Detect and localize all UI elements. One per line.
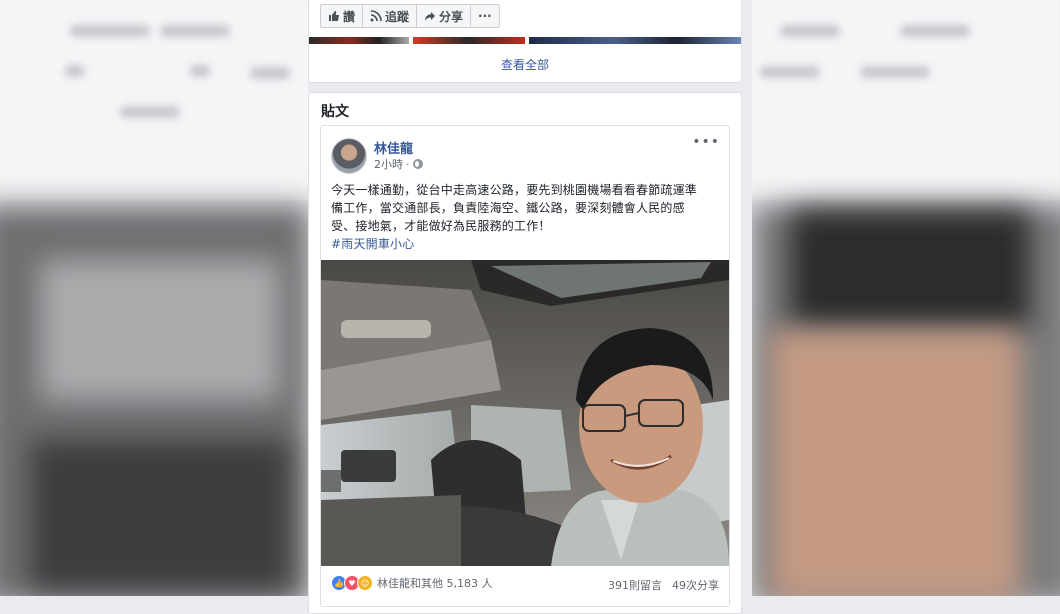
engagement-counts: 391則留言 49次分享: [608, 577, 719, 593]
globe-icon: [412, 159, 423, 169]
blurred-text: [860, 66, 930, 78]
author-avatar[interactable]: [331, 138, 367, 174]
blurred-text: [120, 106, 180, 118]
post-options-button[interactable]: •••: [692, 134, 720, 150]
share-page-button[interactable]: 分享: [417, 4, 472, 28]
blurred-text: [250, 67, 290, 79]
thumbs-up-icon: [329, 11, 339, 21]
photo-strip[interactable]: [529, 37, 741, 44]
post-card: 林佳龍 2小時 · ••• 今天一樣通勤，從台中走高速公路，要先到桃園機場看看春…: [320, 125, 730, 607]
see-all-link[interactable]: 查看全部: [309, 56, 741, 73]
blurred-photo: [790, 210, 1030, 330]
post-photo[interactable]: [321, 260, 729, 566]
blurred-text: [160, 25, 230, 37]
post-timestamp[interactable]: 2小時: [374, 156, 403, 172]
blurred-photo: [770, 330, 1020, 596]
haha-reaction-icon: ☺: [357, 575, 373, 591]
like-page-label: 讚: [343, 9, 356, 24]
share-arrow-icon: [425, 12, 436, 21]
more-options-button[interactable]: ···: [471, 4, 500, 28]
follow-page-label: 追蹤: [385, 9, 410, 24]
post-hashtag-link[interactable]: #雨天開車小心: [331, 235, 723, 253]
reactions-summary[interactable]: 👍 ♥ ☺ 林佳龍和其他 5,183 人: [331, 575, 492, 591]
post-meta: 2小時 ·: [374, 156, 423, 172]
blurred-photo: [30, 440, 290, 590]
blurred-text: [65, 65, 85, 77]
posts-section: 貼文 林佳龍 2小時 · ••• 今天一樣通勤，從台中走高速公路，要先到桃園機場…: [308, 92, 742, 614]
post-body: 今天一樣通勤，從台中走高速公路，要先到桃園機場看看春節疏運準 備工作，當交通部長…: [331, 181, 723, 253]
post-author-name[interactable]: 林佳龍: [374, 138, 413, 157]
photo-strip[interactable]: [309, 37, 409, 44]
shares-count-link[interactable]: 49次分享: [672, 577, 719, 593]
blurred-text: [190, 65, 210, 77]
post-text-line: 備工作，當交通部長，負責陸海空、鐵公路，要深刻體會人民的感: [331, 201, 685, 215]
share-page-label: 分享: [439, 9, 464, 24]
blurred-photo: [40, 260, 280, 400]
comments-count-link[interactable]: 391則留言: [608, 577, 662, 593]
blurred-text: [900, 25, 970, 37]
blurred-text: [780, 25, 840, 37]
car-selfie-photo: [321, 260, 729, 566]
like-page-button[interactable]: 讚: [320, 4, 364, 28]
feed-column: 讚 追蹤 分享 ··· 查看全部 貼文 林佳龍 2小時 · ••• 今天一樣通勤…: [308, 0, 752, 614]
page-actions-card: 讚 追蹤 分享 ··· 查看全部: [308, 0, 742, 83]
page-action-bar: 讚 追蹤 分享 ···: [320, 4, 500, 28]
blurred-text: [70, 25, 150, 37]
meta-separator: ·: [406, 157, 410, 171]
blurred-text: [760, 66, 820, 78]
post-text-line: 受、接地氣，才能做好為民服務的工作！: [331, 219, 551, 233]
post-footer: 👍 ♥ ☺ 林佳龍和其他 5,183 人 391則留言 49次分享: [321, 572, 729, 594]
photo-strip[interactable]: [413, 37, 525, 44]
post-text-line: 今天一樣通勤，從台中走高速公路，要先到桃園機場看看春節疏運準: [331, 183, 698, 197]
more-options-label: ···: [478, 9, 492, 23]
posts-section-title: 貼文: [321, 104, 349, 120]
reactions-text: 林佳龍和其他 5,183 人: [377, 577, 493, 590]
follow-page-button[interactable]: 追蹤: [363, 4, 418, 28]
rss-icon: [370, 10, 382, 22]
